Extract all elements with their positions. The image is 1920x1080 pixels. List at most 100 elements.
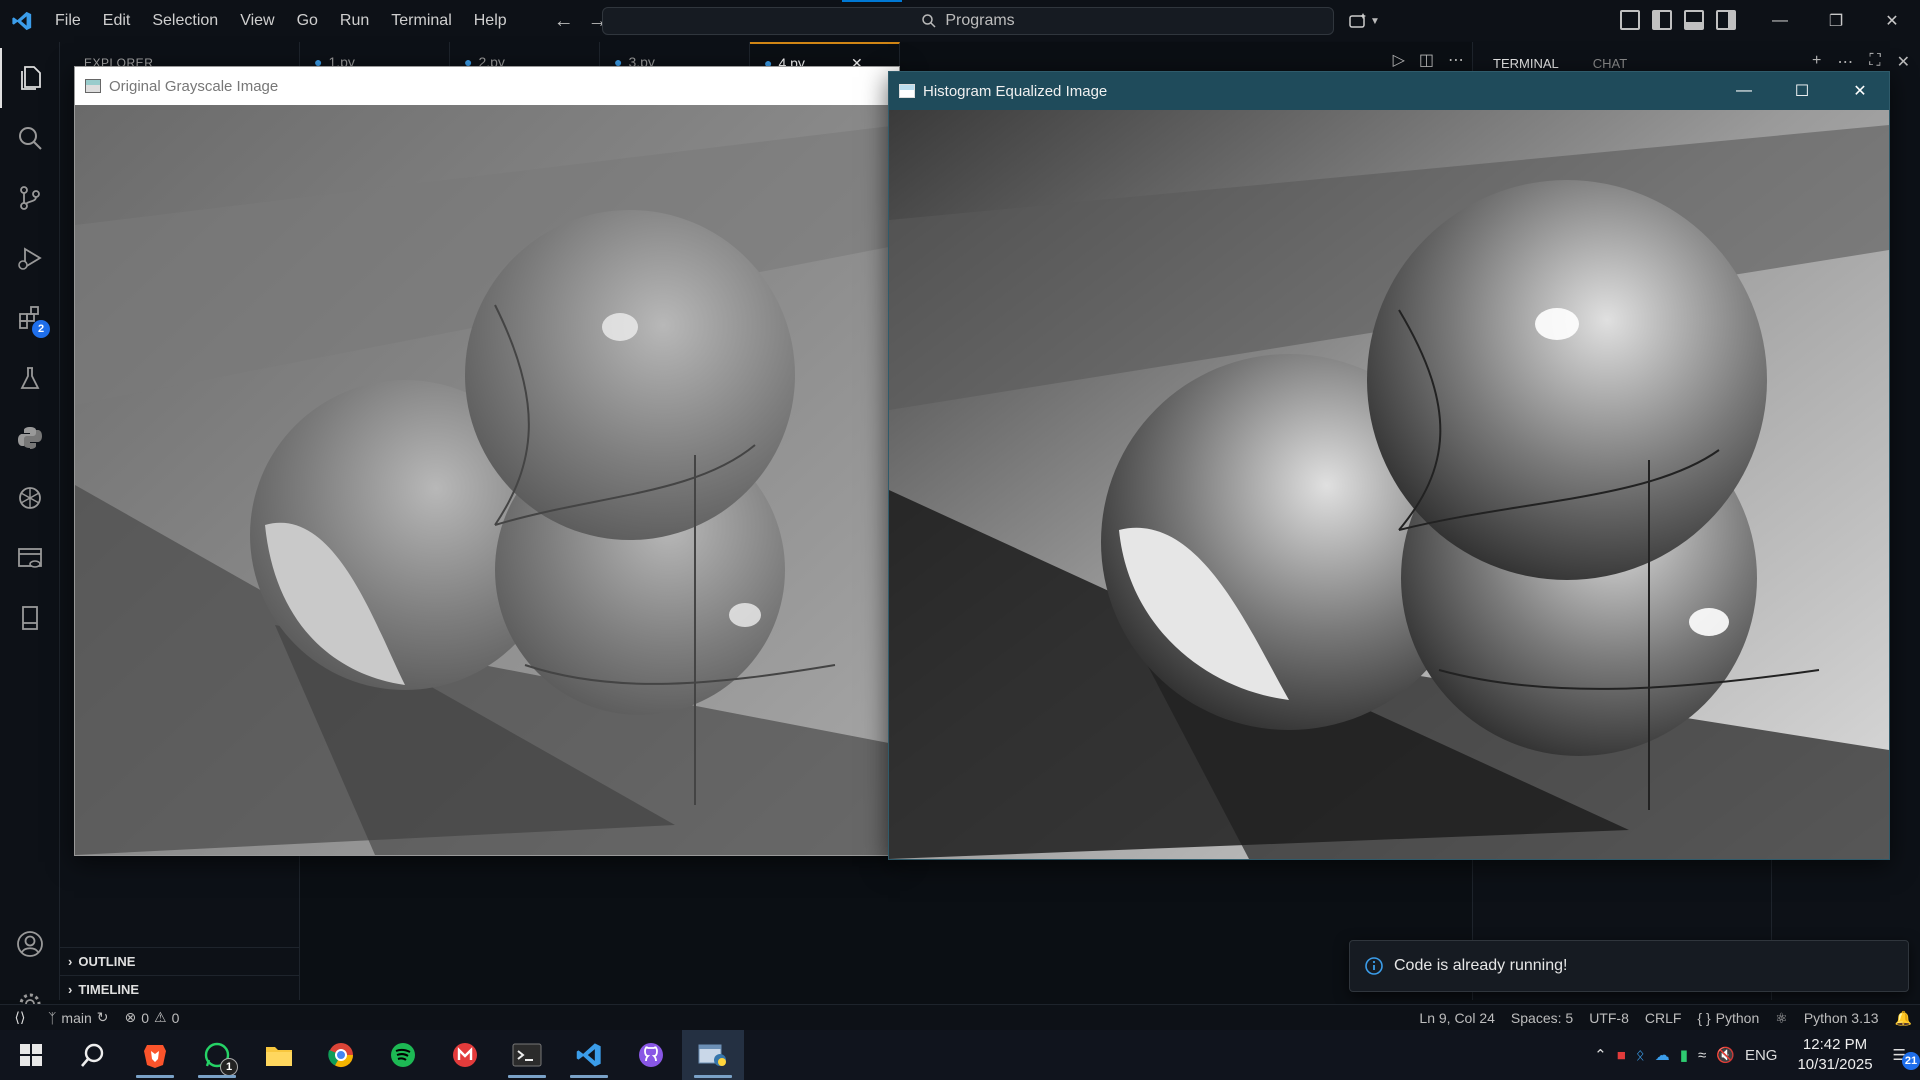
maximize-icon[interactable]: ☐ xyxy=(1773,72,1831,110)
openai-icon[interactable] xyxy=(0,468,60,528)
bluetooth-tray-icon[interactable]: ᛟ xyxy=(1636,1047,1645,1064)
toggle-panel-icon[interactable] xyxy=(1684,10,1704,30)
minimize-icon[interactable]: — xyxy=(1752,0,1808,42)
windows-taskbar: 1 ⌃ ■ ᛟ ☁ ▮ ≈ 🔇 ENG 12:42 PM 10/31/2025 … xyxy=(0,1030,1920,1080)
tab-terminal[interactable]: TERMINAL xyxy=(1493,56,1559,71)
error-count: 0 xyxy=(141,1009,150,1026)
back-arrow-icon[interactable]: ← xyxy=(554,10,574,33)
onedrive-tray-icon[interactable]: ☁ xyxy=(1655,1046,1670,1064)
equalized-window-titlebar[interactable]: Histogram Equalized Image — ☐ ✕ xyxy=(889,72,1889,110)
command-center-label: Programs xyxy=(945,12,1015,29)
mcafee-tray-icon[interactable]: ■ xyxy=(1617,1047,1626,1064)
minimize-icon[interactable]: — xyxy=(1715,72,1773,110)
notification-center-icon[interactable]: ☰ 21 xyxy=(1893,1046,1920,1070)
notification-message: Code is already running! xyxy=(1394,957,1568,974)
restore-icon[interactable]: ❐ xyxy=(1808,0,1864,42)
testing-flask-icon[interactable] xyxy=(0,348,60,408)
menu-go[interactable]: Go xyxy=(286,0,329,42)
cursor-position[interactable]: Ln 9, Col 24 xyxy=(1411,1010,1503,1026)
wifi-tray-icon[interactable]: ≈ xyxy=(1698,1047,1706,1064)
close-icon[interactable]: ✕ xyxy=(1864,0,1920,42)
extensions-icon[interactable]: 2 xyxy=(0,288,60,348)
input-language[interactable]: ENG xyxy=(1745,1047,1778,1064)
whatsapp-badge: 1 xyxy=(220,1058,238,1076)
branch-name: main xyxy=(61,1009,92,1026)
menu-run[interactable]: Run xyxy=(329,0,380,42)
toggle-primary-sidebar-icon[interactable] xyxy=(1652,10,1672,30)
close-panel-icon[interactable]: ✕ xyxy=(1897,52,1910,72)
source-control-icon[interactable] xyxy=(0,168,60,228)
sidebar-section-timeline[interactable]: › TIMELINE xyxy=(60,975,300,1003)
show-hidden-icons-chevron-up-icon[interactable]: ⌃ xyxy=(1594,1046,1607,1064)
more-actions-icon[interactable]: ⋯ xyxy=(1837,52,1853,72)
indentation[interactable]: Spaces: 5 xyxy=(1503,1010,1581,1026)
battery-tray-icon[interactable]: ▮ xyxy=(1680,1046,1688,1064)
brave-browser-icon[interactable] xyxy=(124,1030,186,1080)
terminal-icon[interactable] xyxy=(496,1030,558,1080)
notebook-icon[interactable] xyxy=(0,588,60,648)
python-interpreter[interactable]: Python 3.13 xyxy=(1796,1010,1887,1026)
extensions-badge: 2 xyxy=(32,320,50,338)
clock[interactable]: 12:42 PM 10/31/2025 xyxy=(1787,1035,1882,1075)
run-and-debug-icon[interactable] xyxy=(0,228,60,288)
menu-edit[interactable]: Edit xyxy=(92,0,142,42)
taskbar-search-icon[interactable] xyxy=(62,1030,124,1080)
remote-indicator-icon[interactable]: ⟨⟩ xyxy=(0,1005,40,1031)
original-window-titlebar[interactable]: Original Grayscale Image xyxy=(75,67,899,105)
language-mode[interactable]: { } Python xyxy=(1689,1010,1767,1026)
status-bar-right: Ln 9, Col 24 Spaces: 5 UTF-8 CRLF { } Py… xyxy=(1411,1005,1920,1031)
whatsapp-icon[interactable]: 1 xyxy=(186,1030,248,1080)
equalized-window-controls: — ☐ ✕ xyxy=(1715,72,1889,110)
more-actions-icon[interactable]: ⋯ xyxy=(1448,50,1464,70)
original-grayscale-window[interactable]: Original Grayscale Image xyxy=(74,66,900,856)
copilot-status-icon[interactable]: ⚛ xyxy=(1767,1010,1796,1027)
notification-toast[interactable]: Code is already running! xyxy=(1349,940,1909,992)
menu-view[interactable]: View xyxy=(229,0,285,42)
language-label: Python xyxy=(1715,1010,1760,1026)
notification-count-badge: 21 xyxy=(1902,1052,1920,1070)
panel-actions: + ⋯ ⛶ ✕ xyxy=(1812,52,1910,72)
spotify-icon[interactable] xyxy=(372,1030,434,1080)
explorer-icon[interactable] xyxy=(0,48,60,108)
encoding[interactable]: UTF-8 xyxy=(1581,1010,1637,1026)
original-image xyxy=(75,105,899,855)
gmail-icon[interactable] xyxy=(434,1030,496,1080)
python-taskbar-icon[interactable] xyxy=(682,1030,744,1080)
menu-help[interactable]: Help xyxy=(463,0,518,42)
vscode-taskbar-icon[interactable] xyxy=(558,1030,620,1080)
accounts-icon[interactable] xyxy=(0,914,60,974)
python-icon[interactable] xyxy=(0,408,60,468)
clock-date: 10/31/2025 xyxy=(1797,1056,1873,1073)
close-icon[interactable]: ✕ xyxy=(1831,72,1889,110)
git-branch[interactable]: ᛉ main ↻ xyxy=(40,1009,117,1026)
maximize-panel-icon[interactable]: ⛶ xyxy=(1869,52,1880,72)
section-label: TIMELINE xyxy=(78,982,140,997)
run-python-icon[interactable]: ▷ xyxy=(1393,50,1405,70)
start-windows-icon[interactable] xyxy=(0,1030,62,1080)
menu-selection[interactable]: Selection xyxy=(141,0,229,42)
histogram-equalized-window[interactable]: Histogram Equalized Image — ☐ ✕ xyxy=(888,71,1890,860)
toggle-secondary-sidebar-icon[interactable] xyxy=(1716,10,1736,30)
file-explorer-icon[interactable] xyxy=(248,1030,310,1080)
split-editor-icon[interactable]: ◫ xyxy=(1419,50,1434,70)
image-window-icon xyxy=(899,84,915,98)
sidebar-section-outline[interactable]: › OUTLINE xyxy=(60,947,300,975)
volume-muted-icon[interactable]: 🔇 xyxy=(1716,1046,1735,1064)
tab-chat[interactable]: CHAT xyxy=(1593,56,1627,71)
menu-file[interactable]: File xyxy=(44,0,92,42)
end-of-line[interactable]: CRLF xyxy=(1637,1010,1690,1026)
problems-indicator[interactable]: ⊗ 0 ⚠ 0 xyxy=(117,1009,188,1026)
remote-explorer-icon[interactable] xyxy=(0,528,60,588)
notifications-bell-icon[interactable]: 🔔 xyxy=(1887,1010,1920,1027)
menu-terminal[interactable]: Terminal xyxy=(380,0,462,42)
system-tray: ⌃ ■ ᛟ ☁ ▮ ≈ 🔇 ENG 12:42 PM 10/31/2025 ☰ … xyxy=(1594,1030,1920,1080)
command-center-search[interactable]: Programs xyxy=(602,7,1334,35)
copilot-menu-button[interactable]: ▼ xyxy=(1348,8,1390,34)
new-terminal-plus-icon[interactable]: + xyxy=(1812,52,1821,72)
customize-layout-icon[interactable] xyxy=(1620,10,1640,30)
github-desktop-icon[interactable] xyxy=(620,1030,682,1080)
copilot-sparkle-icon xyxy=(1349,13,1366,28)
chrome-icon[interactable] xyxy=(310,1030,372,1080)
search-icon[interactable] xyxy=(0,108,60,168)
sync-icon[interactable]: ↻ xyxy=(97,1009,109,1026)
